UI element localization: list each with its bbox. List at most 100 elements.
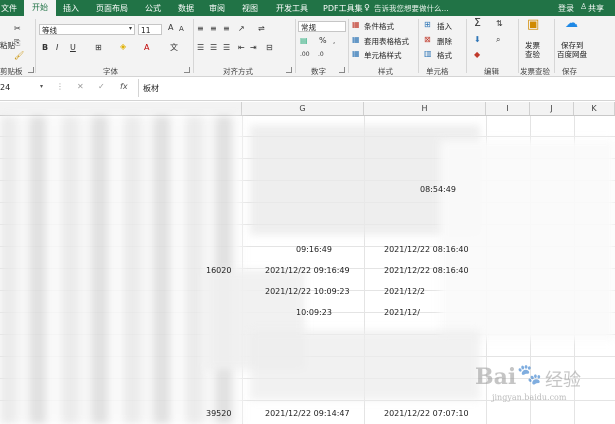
invoice-icon[interactable]: ▣ [527, 18, 539, 31]
column-header-h[interactable]: H [364, 102, 486, 115]
cell-styles-button[interactable]: 单元格样式 [364, 50, 402, 61]
conditional-format-button[interactable]: 条件格式 [364, 21, 394, 32]
cell-h-2[interactable]: 2021/12/22 08:16:40 [384, 245, 469, 254]
number-format-select[interactable]: 常规 [298, 21, 346, 32]
align-right-icon[interactable]: ☰ [223, 43, 230, 53]
column-header-g[interactable]: G [242, 102, 364, 115]
tab-file[interactable]: 文件 [1, 3, 17, 14]
share-button[interactable]: 共享 [588, 3, 604, 14]
formula-input-area[interactable] [138, 79, 615, 97]
border-icon[interactable]: ⊞ [95, 43, 102, 53]
format-as-table-button[interactable]: 套用表格格式 [364, 36, 409, 47]
alignment-launcher-icon[interactable] [286, 67, 292, 73]
cell-g-5[interactable]: 10:09:23 [296, 308, 332, 317]
cell-h-5[interactable]: 2021/12/ [384, 308, 420, 317]
align-left-icon[interactable]: ☰ [197, 43, 204, 53]
paste-button[interactable]: 粘贴 [0, 40, 15, 51]
delete-cells-icon: ⊠ [424, 35, 431, 44]
decrease-decimal-icon[interactable]: .0 [318, 50, 324, 60]
percent-button[interactable]: % [319, 36, 327, 46]
format-cells-button[interactable]: 格式 [437, 50, 452, 61]
cell-g-4[interactable]: 2021/12/22 10:09:23 [265, 287, 350, 296]
tab-data[interactable]: 数据 [178, 3, 194, 14]
font-color-icon[interactable]: A [144, 43, 149, 53]
indent-decrease-icon[interactable]: ⇤ [238, 43, 245, 53]
tab-page-layout[interactable]: 页面布局 [96, 3, 128, 14]
phonetic-icon[interactable]: 文 [170, 43, 178, 53]
italic-button[interactable]: I [56, 43, 58, 53]
find-select-icon[interactable]: ⌕ [496, 35, 500, 45]
enter-icon[interactable]: ✓ [98, 82, 105, 91]
grow-font-icon[interactable]: A [168, 23, 173, 33]
cell-h-1[interactable]: 08:54:49 [420, 185, 456, 194]
chevron-down-icon[interactable]: ▾ [40, 83, 43, 90]
align-center-icon[interactable]: ☰ [210, 43, 217, 53]
cell-h-6[interactable]: 2021/12/22 07:07:10 [384, 409, 469, 418]
wrap-text-icon[interactable]: ⇌ [258, 24, 265, 34]
number-group-label: 数字 [311, 67, 326, 76]
clipboard-group-label: 剪贴板 [0, 67, 23, 76]
cell-styles-icon: ▦ [352, 49, 360, 58]
merge-center-icon[interactable]: ⊟ [266, 43, 273, 53]
tab-insert[interactable]: 插入 [63, 3, 79, 14]
column-header-j[interactable]: J [530, 102, 574, 115]
watermark-brand: Bai [475, 364, 517, 390]
clear-icon[interactable]: ◆ [474, 50, 480, 60]
ribbon: 粘贴 ✂ ⎘ 🖌 剪贴板 等线 ▾ 11 A A B I U ⊞ ◈ A 文 字… [0, 16, 615, 77]
tab-formulas[interactable]: 公式 [145, 3, 161, 14]
font-launcher-icon[interactable] [184, 67, 190, 73]
table-format-icon: ▦ [352, 35, 360, 44]
cell-pre-6[interactable]: 39520 [206, 409, 231, 418]
tab-view[interactable]: 视图 [242, 3, 258, 14]
sort-filter-icon[interactable]: ⇅ [496, 19, 503, 29]
cell-g-3[interactable]: 2021/12/22 09:16:49 [265, 266, 350, 275]
cut-icon[interactable]: ✂ [14, 24, 21, 34]
align-middle-icon[interactable]: ≡ [210, 24, 217, 34]
column-header-bar: G H I J K [0, 102, 615, 116]
format-painter-icon[interactable]: 🖌 [14, 51, 24, 61]
tab-pdf-tools[interactable]: PDF工具集 [323, 3, 363, 14]
editing-group-label: 编辑 [484, 67, 499, 76]
align-bottom-icon[interactable]: ≡ [223, 24, 230, 34]
delete-cells-button[interactable]: 删除 [437, 36, 452, 47]
column-header-i[interactable]: I [486, 102, 530, 115]
cell-g-2[interactable]: 09:16:49 [296, 245, 332, 254]
tell-me-box[interactable]: 告诉我您想要做什么... [374, 3, 449, 14]
bold-button[interactable]: B [42, 43, 48, 53]
invoice-label-2[interactable]: 查验 [525, 49, 540, 60]
cell-h-4[interactable]: 2021/12/2 [384, 287, 425, 296]
copy-icon[interactable]: ⎘ [14, 38, 20, 48]
column-header-k[interactable]: K [574, 102, 615, 115]
number-launcher-icon[interactable] [339, 67, 345, 73]
formula-input[interactable]: 板材 [143, 83, 159, 94]
clipboard-launcher-icon[interactable] [28, 67, 34, 73]
tab-developer[interactable]: 开发工具 [276, 3, 308, 14]
fill-icon[interactable]: ⬇ [474, 35, 481, 45]
tab-review[interactable]: 审阅 [209, 3, 225, 14]
underline-button[interactable]: U [70, 43, 76, 53]
column-header-blurred[interactable] [0, 102, 242, 115]
save-label-2[interactable]: 百度网盘 [557, 49, 587, 60]
cell-g-6[interactable]: 2021/12/22 09:14:47 [265, 409, 350, 418]
autosum-icon[interactable]: Σ [474, 17, 481, 28]
cell-pre-3[interactable]: 16020 [206, 266, 231, 275]
shrink-font-icon[interactable]: A [179, 24, 184, 34]
cell-h-3[interactable]: 2021/12/22 08:16:40 [384, 266, 469, 275]
cancel-icon[interactable]: ✕ [77, 82, 84, 91]
indent-increase-icon[interactable]: ⇥ [250, 43, 257, 53]
insert-cells-button[interactable]: 插入 [437, 21, 452, 32]
tab-home[interactable]: 开始 [24, 0, 56, 16]
comma-style-icon[interactable]: , [333, 36, 335, 46]
orientation-icon[interactable]: ↗ [238, 24, 245, 34]
conditional-format-icon: ▦ [352, 20, 360, 29]
font-name-select[interactable]: 等线 [39, 24, 135, 35]
login-button[interactable]: 登录 [558, 3, 574, 14]
fx-icon[interactable]: fx [120, 82, 128, 91]
currency-icon[interactable]: ▤ [300, 36, 308, 46]
fill-color-icon[interactable]: ◈ [120, 42, 126, 52]
more-options-icon[interactable]: ⋮ [56, 82, 64, 91]
cloud-icon[interactable]: ☁ [565, 17, 578, 30]
increase-decimal-icon[interactable]: .00 [300, 50, 310, 60]
align-top-icon[interactable]: ≡ [197, 24, 204, 34]
font-size-select[interactable]: 11 [138, 24, 162, 35]
